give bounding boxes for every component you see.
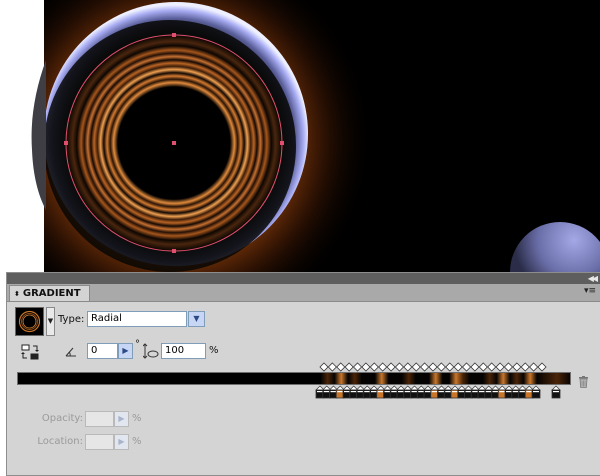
angle-dropdown-icon[interactable]: ▶ [118,343,133,359]
location-unit: % [132,436,142,447]
swatch-dropdown-button[interactable]: ▼ [46,307,55,336]
gradient-midpoint[interactable] [529,362,539,372]
gradient-midpoint[interactable] [487,362,497,372]
gradient-stops[interactable] [13,385,573,399]
gradient-swatch[interactable] [15,307,44,336]
gradient-panel: ◀◀ ⬍GRADIENT ▾≡ ▼ Type: Radial ▼ 0 ▶ ° [6,272,600,476]
opacity-label: Opacity: [41,413,83,424]
gradient-midpoint[interactable] [436,362,446,372]
gradient-midpoint[interactable] [537,362,547,372]
aspect-ratio-input[interactable]: 100 [161,343,206,359]
panel-menu-icon[interactable]: ▾≡ [584,286,596,296]
opacity-unit: % [132,413,142,424]
gradient-stop[interactable] [551,385,561,399]
sphere-edge-outside [31,60,46,210]
gradient-midpoint[interactable] [453,362,463,372]
location-dropdown-icon[interactable]: ▶ [114,434,129,450]
type-label: Type: [58,314,85,325]
anchor-point-bottom[interactable] [172,249,176,253]
panel-tab-row: ⬍ GRADIENT ▾≡ [7,284,600,302]
aspect-ratio-unit: % [209,345,219,356]
location-input[interactable] [85,434,114,450]
angle-unit: ° [135,339,140,350]
gradient-midpoint[interactable] [411,362,421,372]
angle-input[interactable]: 0 [87,343,118,359]
gradient-midpoint[interactable] [361,362,371,372]
type-select[interactable]: Radial [87,311,187,327]
ring-swatch-icon [16,308,43,335]
gradient-stop[interactable] [531,385,541,399]
gradient-midpoint[interactable] [445,362,455,372]
gradient-midpoint[interactable] [352,362,363,372]
opacity-dropdown-icon[interactable]: ▶ [114,411,129,427]
gradient-ramp[interactable] [17,372,571,385]
gradient-midpoint[interactable] [336,362,346,372]
gradient-midpoints[interactable] [13,362,573,372]
opacity-input[interactable] [85,411,114,427]
gradient-midpoint[interactable] [403,362,413,372]
chevron-down-icon[interactable]: ▼ [188,311,205,327]
center-point[interactable] [172,141,176,145]
location-label: Location: [37,436,83,447]
gradient-midpoint[interactable] [386,362,396,372]
anchor-point-top[interactable] [172,33,176,37]
gradient-midpoint[interactable] [394,362,405,372]
gradient-midpoint[interactable] [378,362,388,372]
tab-gradient-label: GRADIENT [22,288,81,299]
updown-arrows-icon: ⬍ [14,290,20,298]
trash-icon[interactable] [578,376,589,388]
reverse-gradient-icon[interactable] [21,344,39,360]
gradient-midpoint[interactable] [428,362,438,372]
double-chevron-icon[interactable]: ◀◀ [588,273,598,284]
gradient-midpoint[interactable] [495,362,505,372]
gradient-midpoint[interactable] [512,362,522,372]
gradient-midpoint[interactable] [503,362,514,372]
gradient-midpoint[interactable] [369,362,379,372]
anchor-point-left[interactable] [64,141,68,145]
artwork [44,0,600,272]
panel-title-bar[interactable]: ◀◀ [7,273,600,284]
angle-icon [65,347,76,357]
gradient-midpoint[interactable] [344,362,354,372]
gradient-midpoint[interactable] [478,362,488,372]
gradient-midpoint[interactable] [520,362,530,372]
anchor-point-right[interactable] [280,141,284,145]
gradient-midpoint[interactable] [319,362,329,372]
gradient-midpoint[interactable] [327,362,337,372]
aspect-ratio-icon [143,343,159,359]
gradient-midpoint[interactable] [461,362,472,372]
artboard-canvas[interactable] [44,0,600,272]
tab-gradient[interactable]: ⬍ GRADIENT [9,285,90,301]
gradient-midpoint[interactable] [470,362,480,372]
gradient-midpoint[interactable] [420,362,430,372]
